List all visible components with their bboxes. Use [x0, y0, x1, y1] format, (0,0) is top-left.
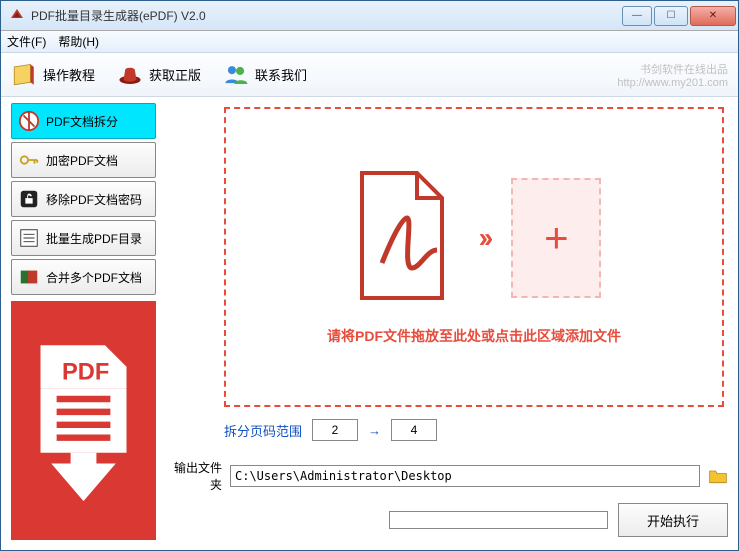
- bottom-row: 开始执行: [164, 503, 728, 537]
- pdf-doc-icon: [347, 168, 457, 308]
- arrow-icon: ››: [479, 222, 490, 254]
- minimize-button[interactable]: —: [622, 6, 652, 26]
- app-icon: [9, 8, 25, 24]
- drop-zone[interactable]: ›› + 请将PDF文件拖放至此处或点击此区域添加文件: [224, 107, 724, 407]
- output-row: 输出文件夹: [164, 459, 728, 493]
- progress-bar: [389, 511, 608, 529]
- people-icon: [223, 62, 249, 88]
- menu-file[interactable]: 文件(F): [7, 33, 46, 50]
- sidebar-item-remove-password[interactable]: 移除PDF文档密码: [11, 181, 156, 217]
- brand-link[interactable]: http://www.my201.com: [617, 77, 728, 89]
- execute-button[interactable]: 开始执行: [618, 503, 728, 537]
- page-range-label: 拆分页码范围: [224, 421, 302, 440]
- sidebar-item-batch-toc[interactable]: 批量生成PDF目录: [11, 220, 156, 256]
- sidebar-item-split[interactable]: PDF文档拆分: [11, 103, 156, 139]
- split-icon: [18, 110, 40, 132]
- unlock-icon: [18, 188, 40, 210]
- close-button[interactable]: ✕: [690, 6, 736, 26]
- toolbar: 操作教程 获取正版 联系我们 书剑软件在线出品 http://www.my201…: [1, 53, 738, 97]
- hat-icon: [117, 62, 143, 88]
- menu-help[interactable]: 帮助(H): [58, 33, 99, 50]
- sidebar: PDF文档拆分 加密PDF文档 移除PDF文档密码 批量生成PDF目录 合并多个…: [11, 103, 156, 540]
- merge-icon: [18, 266, 40, 288]
- pdf-logo: PDF: [11, 301, 156, 540]
- browse-folder-button[interactable]: [708, 467, 728, 485]
- sidebar-item-encrypt[interactable]: 加密PDF文档: [11, 142, 156, 178]
- add-file-box[interactable]: +: [511, 178, 601, 298]
- main-panel: ›› + 请将PDF文件拖放至此处或点击此区域添加文件 拆分页码范围 → 输出文…: [164, 103, 728, 540]
- toolbar-contact[interactable]: 联系我们: [223, 62, 307, 88]
- menubar: 文件(F) 帮助(H): [1, 31, 738, 53]
- page-range-row: 拆分页码范围 →: [224, 419, 728, 441]
- brand-info: 书剑软件在线出品 http://www.my201.com: [617, 61, 728, 89]
- drop-zone-text: 请将PDF文件拖放至此处或点击此区域添加文件: [327, 326, 621, 346]
- page-to-input[interactable]: [391, 419, 437, 441]
- range-arrow-icon: →: [368, 423, 381, 438]
- output-label: 输出文件夹: [164, 459, 222, 493]
- window-title: PDF批量目录生成器(ePDF) V2.0: [31, 7, 622, 24]
- key-icon: [18, 149, 40, 171]
- list-icon: [18, 227, 40, 249]
- plus-icon: +: [544, 214, 569, 262]
- titlebar: PDF批量目录生成器(ePDF) V2.0 — ☐ ✕: [1, 1, 738, 31]
- toolbar-tutorial[interactable]: 操作教程: [11, 62, 95, 88]
- book-icon: [11, 62, 37, 88]
- maximize-button[interactable]: ☐: [654, 6, 688, 26]
- page-from-input[interactable]: [312, 419, 358, 441]
- output-path-input[interactable]: [230, 465, 700, 487]
- sidebar-item-merge[interactable]: 合并多个PDF文档: [11, 259, 156, 295]
- toolbar-get-full[interactable]: 获取正版: [117, 62, 201, 88]
- svg-text:PDF: PDF: [62, 360, 109, 386]
